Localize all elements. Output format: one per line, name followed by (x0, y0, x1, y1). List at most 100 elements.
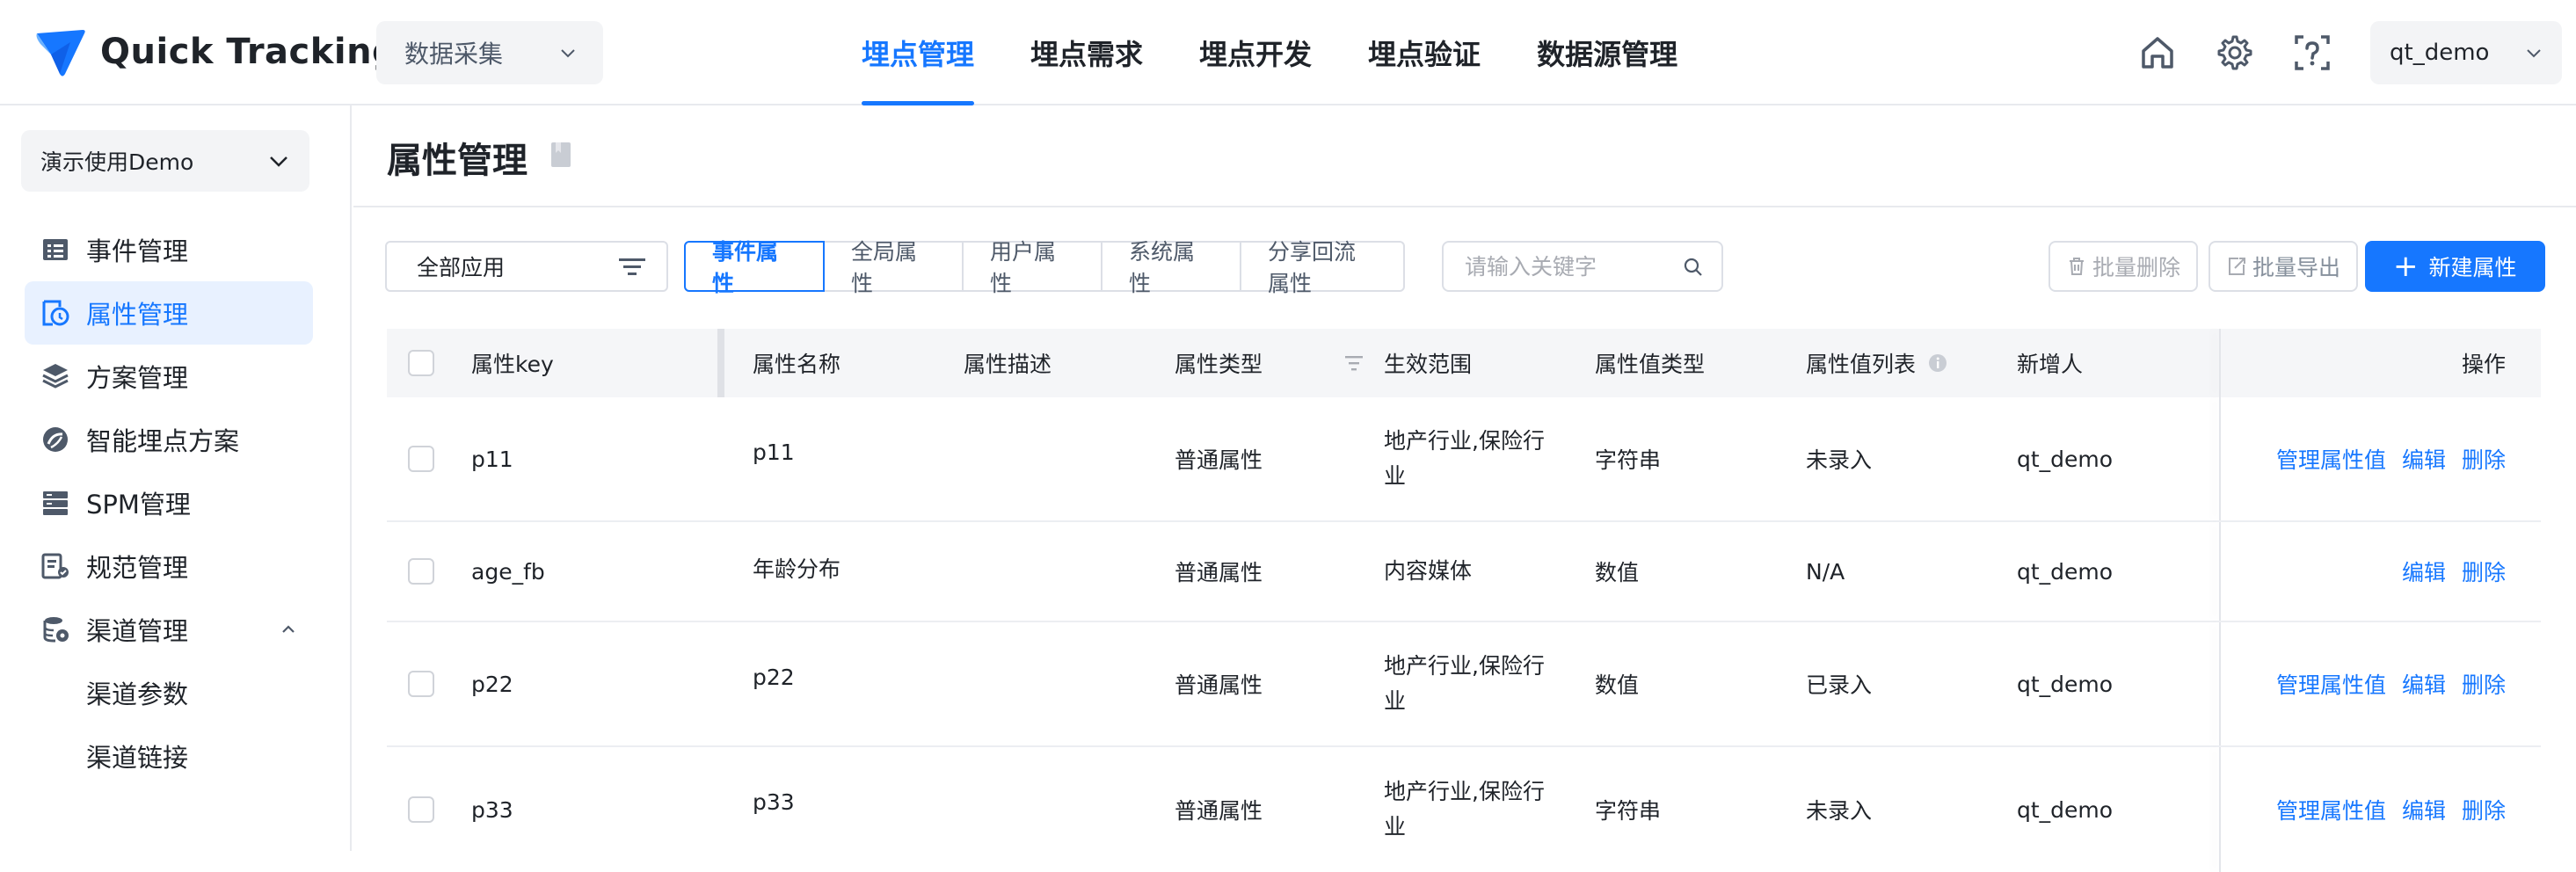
col-header-type: 属性类型 (1175, 329, 1368, 397)
manage-values-link[interactable]: 管理属性值 (2276, 668, 2386, 700)
cell-creator: qt_demo (2017, 558, 2114, 585)
sidebar-item-label: 属性管理 (86, 300, 189, 330)
search-input[interactable] (1465, 253, 1676, 280)
gear-icon[interactable] (2214, 32, 2256, 74)
spec-icon (41, 553, 69, 579)
nav-tracking-development[interactable]: 埋点开发 (1199, 0, 1312, 105)
app-filter-select[interactable]: 全部应用 (385, 241, 668, 292)
cell-type: 普通属性 (1175, 672, 1263, 698)
app-switcher-select[interactable]: 数据采集 (376, 21, 603, 84)
tab-user-properties[interactable]: 用户属性 (962, 239, 1101, 296)
edit-link[interactable]: 编辑 (2402, 556, 2446, 587)
tab-label: 系统属性 (1129, 239, 1196, 296)
col-header-value-list: 属性值列表 (1806, 329, 1947, 397)
app-filter-value: 全部应用 (417, 255, 506, 280)
fixed-column-divider (2219, 747, 2221, 872)
brand-logo[interactable]: Quick Tracking (33, 25, 397, 79)
nav-label: 埋点管理 (862, 38, 975, 71)
project-select[interactable]: 演示使用Demo (21, 130, 309, 192)
info-icon[interactable] (1928, 353, 1947, 373)
tab-event-properties[interactable]: 事件属性 (684, 239, 825, 296)
edit-link[interactable]: 编辑 (2402, 443, 2446, 475)
table-row: p22 p22 普通属性 地产行业,保险行业 数值 已录入 qt_demo 管理… (387, 622, 2541, 747)
tab-share-return-properties[interactable]: 分享回流属性 (1240, 239, 1403, 296)
row-checkbox[interactable] (408, 446, 434, 472)
nav-label: 埋点验证 (1368, 38, 1481, 71)
batch-delete-button[interactable]: 批量删除 (2048, 241, 2199, 292)
search-icon[interactable] (1683, 257, 1704, 278)
manage-values-link[interactable]: 管理属性值 (2276, 443, 2386, 475)
nav-tracking-management[interactable]: 埋点管理 (862, 0, 975, 105)
sidebar-item-spm-management[interactable]: SPM管理 (25, 471, 313, 534)
top-nav: 埋点管理 埋点需求 埋点开发 埋点验证 数据源管理 (862, 0, 1734, 105)
channel-icon (43, 617, 69, 643)
sidebar-item-event-management[interactable]: 事件管理 (25, 218, 313, 281)
sidebar-item-plan-management[interactable]: 方案管理 (25, 345, 313, 408)
fixed-column-divider (2219, 397, 2221, 520)
delete-link[interactable]: 删除 (2462, 668, 2506, 700)
row-checkbox-cell (408, 397, 434, 520)
manage-values-link[interactable]: 管理属性值 (2276, 794, 2386, 825)
sidebar-subitem-channel-links[interactable]: 渠道链接 (25, 724, 313, 788)
select-all-checkbox[interactable] (408, 350, 434, 376)
tab-label: 事件属性 (712, 239, 779, 296)
delete-link[interactable]: 删除 (2462, 794, 2506, 825)
row-checkbox[interactable] (408, 671, 434, 697)
cell-value-list: 已录入 (1806, 672, 1873, 698)
user-menu[interactable]: qt_demo (2370, 21, 2562, 84)
cell-scope: 地产行业,保险行业 (1384, 428, 1545, 489)
delete-link[interactable]: 删除 (2462, 443, 2506, 475)
new-property-label: 新建属性 (2428, 255, 2517, 280)
edit-link[interactable]: 编辑 (2402, 668, 2446, 700)
column-resize-handle[interactable] (717, 329, 724, 397)
row-actions: 管理属性值 编辑 删除 (2276, 397, 2506, 520)
tab-system-properties[interactable]: 系统属性 (1101, 239, 1240, 296)
nav-label: 埋点需求 (1030, 38, 1144, 71)
export-icon (2229, 258, 2245, 275)
row-checkbox[interactable] (408, 796, 434, 823)
cell-key: age_fb (471, 558, 545, 585)
column-filter-icon[interactable] (1343, 354, 1364, 372)
cell-name: 年龄分布 (753, 556, 841, 582)
cell-value-list: N/A (1806, 558, 1845, 585)
event-list-icon (43, 239, 68, 260)
sidebar-item-channel-management[interactable]: 渠道管理 (25, 598, 313, 661)
col-header-name: 属性名称 (753, 329, 840, 397)
delete-link[interactable]: 删除 (2462, 556, 2506, 587)
row-checkbox-cell (408, 747, 434, 872)
sidebar-subitem-channel-params[interactable]: 渠道参数 (25, 661, 313, 724)
top-header: Quick Tracking 数据采集 埋点管理 埋点需求 埋点开发 埋点验证 … (0, 0, 2576, 105)
sidebar-item-spec-management[interactable]: 规范管理 (25, 534, 313, 598)
sidebar-item-smart-tracking[interactable]: 智能埋点方案 (25, 408, 313, 471)
sidebar-item-label: 渠道管理 (86, 616, 189, 646)
home-icon[interactable] (2136, 32, 2179, 74)
nav-tracking-verification[interactable]: 埋点验证 (1368, 0, 1481, 105)
sidebar-item-property-management[interactable]: 属性管理 (25, 281, 313, 345)
sidebar: 演示使用Demo 事件管理 属性管理 方案管理 智能埋点方案 SPM管理 规范管… (0, 105, 352, 851)
chevron-down-icon (2527, 49, 2541, 58)
tab-global-properties[interactable]: 全局属性 (823, 239, 962, 296)
cell-value-list: 未录入 (1806, 447, 1873, 473)
property-type-tabs: 事件属性 全局属性 用户属性 系统属性 分享回流属性 (684, 239, 1405, 296)
batch-export-button[interactable]: 批量导出 (2209, 241, 2359, 292)
cell-name: p11 (753, 440, 795, 465)
col-header-desc: 属性描述 (964, 329, 1052, 397)
row-checkbox[interactable] (408, 558, 434, 585)
doc-icon[interactable] (549, 141, 575, 169)
tab-label: 分享回流属性 (1268, 239, 1357, 296)
edit-link[interactable]: 编辑 (2402, 794, 2446, 825)
chevron-up-icon (282, 625, 295, 633)
table-row: age_fb 年龄分布 普通属性 内容媒体 数值 N/A qt_demo 编辑 … (387, 522, 2541, 622)
col-header-label: 属性名称 (753, 352, 841, 377)
nav-tracking-requirements[interactable]: 埋点需求 (1030, 0, 1143, 105)
cell-creator: qt_demo (2017, 796, 2114, 823)
layers-icon (42, 364, 69, 389)
batch-delete-label: 批量删除 (2092, 255, 2181, 280)
nav-datasource-management[interactable]: 数据源管理 (1537, 0, 1677, 105)
trash-icon (2070, 258, 2084, 275)
help-icon[interactable] (2291, 32, 2333, 74)
new-property-button[interactable]: + 新建属性 (2365, 241, 2545, 292)
col-header-label: 属性key (471, 352, 554, 377)
col-header-label: 属性值类型 (1595, 352, 1706, 377)
cell-type: 普通属性 (1175, 447, 1263, 473)
